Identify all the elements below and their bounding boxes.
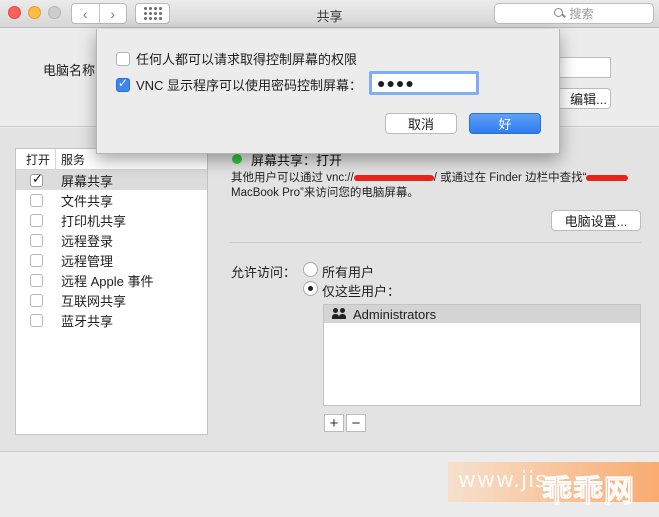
- service-row-internet-sharing[interactable]: 互联网共享: [16, 290, 207, 310]
- list-item[interactable]: Administrators: [324, 305, 640, 323]
- service-checkbox[interactable]: [30, 253, 43, 267]
- search-icon: [554, 8, 565, 19]
- service-checkbox[interactable]: ✓: [30, 170, 43, 187]
- cancel-button[interactable]: 取消: [385, 113, 457, 134]
- description-text-part2: / 或通过在 Finder 边栏中查找“: [433, 172, 587, 184]
- add-user-button[interactable]: +: [324, 414, 344, 432]
- service-checkbox[interactable]: [30, 293, 43, 307]
- service-label: 远程登录: [61, 233, 114, 249]
- ok-button[interactable]: 好: [469, 113, 541, 134]
- service-label: 互联网共享: [61, 293, 127, 309]
- service-checkbox[interactable]: [30, 273, 43, 287]
- redaction-mark: [353, 174, 434, 181]
- watermark-logo: 乖乖网: [542, 474, 635, 510]
- service-row-remote-management[interactable]: 远程管理: [16, 250, 207, 270]
- allowed-users-list: Administrators: [323, 304, 641, 406]
- option-vnc-label: VNC 显示程序可以使用密码控制屏幕：: [136, 78, 363, 93]
- service-label: 远程 Apple 事件: [61, 273, 154, 289]
- option-vnc-password[interactable]: VNC 显示程序可以使用密码控制屏幕：: [116, 75, 362, 94]
- radio-only-these-users[interactable]: [303, 281, 318, 296]
- computer-name-label: 电脑名称: [43, 63, 96, 78]
- option-anyone-request[interactable]: 任何人都可以请求取得控制屏幕的权限: [116, 49, 357, 68]
- sharing-description: 其他用户可以通过 vnc:// / 或通过在 Finder 边栏中查找“ MacB…: [231, 171, 641, 201]
- checkbox-vnc-password[interactable]: [116, 76, 130, 92]
- vnc-password-field[interactable]: ●●●●: [369, 71, 479, 95]
- allow-access-label: 允许访问：: [231, 265, 297, 280]
- service-row-printer-sharing[interactable]: 打印机共享: [16, 210, 207, 230]
- service-checkbox[interactable]: [30, 213, 43, 227]
- search-input[interactable]: 搜索: [494, 3, 654, 24]
- search-placeholder: 搜索: [569, 7, 594, 21]
- radio-only-these-users-label: 仅这些用户：: [322, 284, 401, 299]
- column-header-on: 打开: [16, 149, 56, 169]
- service-list: 打开 服务 ✓ 屏幕共享 文件共享 打印机共享 远程登录 远程管理 远程 App…: [15, 148, 208, 435]
- user-label: Administrators: [353, 306, 437, 322]
- option-anyone-label: 任何人都可以请求取得控制屏幕的权限: [136, 52, 358, 67]
- edit-button[interactable]: 编辑...: [556, 88, 611, 109]
- computer-settings-button[interactable]: 电脑设置...: [551, 210, 641, 231]
- service-row-remote-apple-events[interactable]: 远程 Apple 事件: [16, 270, 207, 290]
- service-row-screen-sharing[interactable]: ✓ 屏幕共享: [16, 170, 207, 190]
- sharing-main-panel: 打开 服务 ✓ 屏幕共享 文件共享 打印机共享 远程登录 远程管理 远程 App…: [0, 128, 659, 451]
- divider: [229, 242, 641, 243]
- service-label: 打印机共享: [61, 213, 127, 229]
- service-row-file-sharing[interactable]: 文件共享: [16, 190, 207, 210]
- title-bar: ‹ › 共享 搜索: [0, 0, 659, 28]
- checkbox-anyone-request[interactable]: [116, 51, 130, 66]
- description-text-part1: 其他用户可以通过 vnc://: [231, 172, 354, 184]
- column-header-service: 服务: [61, 152, 86, 167]
- service-label: 文件共享: [61, 193, 114, 209]
- service-checkbox[interactable]: [30, 313, 43, 327]
- watermark-site-text: www.jis: [458, 468, 548, 493]
- status-indicator-icon: [232, 154, 242, 164]
- checkmark-icon: ✓: [32, 170, 43, 186]
- computer-name-field[interactable]: [556, 57, 611, 78]
- vnc-settings-sheet: 任何人都可以请求取得控制屏幕的权限 VNC 显示程序可以使用密码控制屏幕： ●●…: [96, 29, 560, 154]
- service-checkbox[interactable]: [30, 233, 43, 247]
- service-checkbox[interactable]: [30, 193, 43, 207]
- radio-all-users[interactable]: [303, 262, 318, 277]
- service-label: 屏幕共享: [61, 173, 114, 189]
- service-row-remote-login[interactable]: 远程登录: [16, 230, 207, 250]
- radio-all-users-label: 所有用户: [322, 265, 375, 280]
- redaction-mark: [586, 174, 629, 181]
- description-text-part3: MacBook Pro”来访问您的电脑屏幕。: [231, 187, 419, 199]
- service-label: 蓝牙共享: [61, 313, 114, 329]
- remove-user-button[interactable]: −: [346, 414, 366, 432]
- group-users-icon: [332, 308, 348, 320]
- service-row-bluetooth-sharing[interactable]: 蓝牙共享: [16, 310, 207, 330]
- service-label: 远程管理: [61, 253, 114, 269]
